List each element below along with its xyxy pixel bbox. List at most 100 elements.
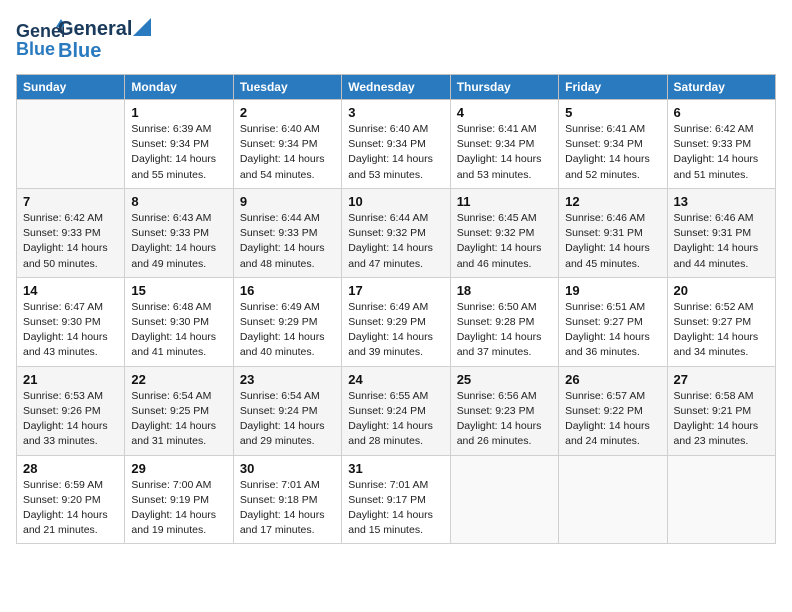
calendar-cell: 1 Sunrise: 6:39 AM Sunset: 9:34 PM Dayli… (125, 100, 233, 189)
sunrise-text: Sunrise: 6:44 AM (348, 212, 428, 224)
daylight-text: Daylight: 14 hours and 28 minutes. (348, 420, 433, 447)
day-info: Sunrise: 6:59 AM Sunset: 9:20 PM Dayligh… (23, 478, 118, 539)
day-number: 3 (348, 105, 443, 120)
sunset-text: Sunset: 9:18 PM (240, 494, 318, 506)
svg-text:Blue: Blue (16, 39, 55, 59)
day-info: Sunrise: 6:42 AM Sunset: 9:33 PM Dayligh… (23, 211, 118, 272)
day-info: Sunrise: 6:50 AM Sunset: 9:28 PM Dayligh… (457, 300, 552, 361)
sunrise-text: Sunrise: 6:53 AM (23, 390, 103, 402)
daylight-text: Daylight: 14 hours and 40 minutes. (240, 331, 325, 358)
day-number: 28 (23, 461, 118, 476)
sunrise-text: Sunrise: 6:40 AM (240, 123, 320, 135)
sunset-text: Sunset: 9:29 PM (240, 316, 318, 328)
calendar-cell: 3 Sunrise: 6:40 AM Sunset: 9:34 PM Dayli… (342, 100, 450, 189)
daylight-text: Daylight: 14 hours and 37 minutes. (457, 331, 542, 358)
weekday-header-tuesday: Tuesday (233, 75, 341, 100)
day-info: Sunrise: 6:54 AM Sunset: 9:24 PM Dayligh… (240, 389, 335, 450)
sunrise-text: Sunrise: 6:49 AM (240, 301, 320, 313)
sunrise-text: Sunrise: 6:55 AM (348, 390, 428, 402)
calendar-cell: 27 Sunrise: 6:58 AM Sunset: 9:21 PM Dayl… (667, 366, 775, 455)
logo-general: General (58, 18, 132, 40)
sunset-text: Sunset: 9:34 PM (131, 138, 209, 150)
daylight-text: Daylight: 14 hours and 36 minutes. (565, 331, 650, 358)
calendar-cell: 28 Sunrise: 6:59 AM Sunset: 9:20 PM Dayl… (17, 455, 125, 544)
day-info: Sunrise: 6:39 AM Sunset: 9:34 PM Dayligh… (131, 122, 226, 183)
daylight-text: Daylight: 14 hours and 49 minutes. (131, 242, 216, 269)
daylight-text: Daylight: 14 hours and 55 minutes. (131, 153, 216, 180)
sunset-text: Sunset: 9:22 PM (565, 405, 643, 417)
weekday-header-thursday: Thursday (450, 75, 558, 100)
day-number: 30 (240, 461, 335, 476)
day-info: Sunrise: 6:46 AM Sunset: 9:31 PM Dayligh… (565, 211, 660, 272)
calendar-cell: 21 Sunrise: 6:53 AM Sunset: 9:26 PM Dayl… (17, 366, 125, 455)
calendar-cell: 9 Sunrise: 6:44 AM Sunset: 9:33 PM Dayli… (233, 188, 341, 277)
day-info: Sunrise: 6:49 AM Sunset: 9:29 PM Dayligh… (348, 300, 443, 361)
calendar-cell: 12 Sunrise: 6:46 AM Sunset: 9:31 PM Dayl… (559, 188, 667, 277)
sunset-text: Sunset: 9:17 PM (348, 494, 426, 506)
daylight-text: Daylight: 14 hours and 43 minutes. (23, 331, 108, 358)
day-info: Sunrise: 6:46 AM Sunset: 9:31 PM Dayligh… (674, 211, 769, 272)
daylight-text: Daylight: 14 hours and 17 minutes. (240, 509, 325, 536)
calendar-cell (667, 455, 775, 544)
daylight-text: Daylight: 14 hours and 51 minutes. (674, 153, 759, 180)
calendar-cell: 24 Sunrise: 6:55 AM Sunset: 9:24 PM Dayl… (342, 366, 450, 455)
daylight-text: Daylight: 14 hours and 53 minutes. (457, 153, 542, 180)
calendar-cell: 7 Sunrise: 6:42 AM Sunset: 9:33 PM Dayli… (17, 188, 125, 277)
page-header: General Blue General Blue (16, 16, 776, 62)
sunset-text: Sunset: 9:29 PM (348, 316, 426, 328)
sunrise-text: Sunrise: 6:57 AM (565, 390, 645, 402)
sunrise-text: Sunrise: 6:48 AM (131, 301, 211, 313)
day-info: Sunrise: 6:40 AM Sunset: 9:34 PM Dayligh… (240, 122, 335, 183)
day-info: Sunrise: 6:45 AM Sunset: 9:32 PM Dayligh… (457, 211, 552, 272)
sunrise-text: Sunrise: 6:59 AM (23, 479, 103, 491)
sunset-text: Sunset: 9:23 PM (457, 405, 535, 417)
day-number: 6 (674, 105, 769, 120)
sunset-text: Sunset: 9:33 PM (131, 227, 209, 239)
weekday-header-friday: Friday (559, 75, 667, 100)
day-info: Sunrise: 6:52 AM Sunset: 9:27 PM Dayligh… (674, 300, 769, 361)
calendar-cell: 23 Sunrise: 6:54 AM Sunset: 9:24 PM Dayl… (233, 366, 341, 455)
daylight-text: Daylight: 14 hours and 33 minutes. (23, 420, 108, 447)
sunset-text: Sunset: 9:24 PM (348, 405, 426, 417)
day-number: 27 (674, 372, 769, 387)
daylight-text: Daylight: 14 hours and 41 minutes. (131, 331, 216, 358)
sunrise-text: Sunrise: 6:47 AM (23, 301, 103, 313)
day-info: Sunrise: 6:43 AM Sunset: 9:33 PM Dayligh… (131, 211, 226, 272)
sunset-text: Sunset: 9:25 PM (131, 405, 209, 417)
calendar-cell: 5 Sunrise: 6:41 AM Sunset: 9:34 PM Dayli… (559, 100, 667, 189)
sunrise-text: Sunrise: 6:56 AM (457, 390, 537, 402)
calendar-cell: 22 Sunrise: 6:54 AM Sunset: 9:25 PM Dayl… (125, 366, 233, 455)
calendar-cell: 31 Sunrise: 7:01 AM Sunset: 9:17 PM Dayl… (342, 455, 450, 544)
calendar-cell: 10 Sunrise: 6:44 AM Sunset: 9:32 PM Dayl… (342, 188, 450, 277)
weekday-header-sunday: Sunday (17, 75, 125, 100)
calendar-cell: 29 Sunrise: 7:00 AM Sunset: 9:19 PM Dayl… (125, 455, 233, 544)
daylight-text: Daylight: 14 hours and 39 minutes. (348, 331, 433, 358)
sunrise-text: Sunrise: 7:01 AM (348, 479, 428, 491)
sunset-text: Sunset: 9:27 PM (674, 316, 752, 328)
daylight-text: Daylight: 14 hours and 45 minutes. (565, 242, 650, 269)
day-number: 18 (457, 283, 552, 298)
sunrise-text: Sunrise: 6:50 AM (457, 301, 537, 313)
day-number: 9 (240, 194, 335, 209)
sunset-text: Sunset: 9:21 PM (674, 405, 752, 417)
sunset-text: Sunset: 9:28 PM (457, 316, 535, 328)
day-info: Sunrise: 6:48 AM Sunset: 9:30 PM Dayligh… (131, 300, 226, 361)
logo-triangle-icon (133, 18, 151, 36)
day-number: 26 (565, 372, 660, 387)
sunrise-text: Sunrise: 6:42 AM (23, 212, 103, 224)
sunrise-text: Sunrise: 6:45 AM (457, 212, 537, 224)
sunset-text: Sunset: 9:34 PM (457, 138, 535, 150)
day-number: 13 (674, 194, 769, 209)
sunset-text: Sunset: 9:31 PM (674, 227, 752, 239)
daylight-text: Daylight: 14 hours and 34 minutes. (674, 331, 759, 358)
calendar-cell: 16 Sunrise: 6:49 AM Sunset: 9:29 PM Dayl… (233, 277, 341, 366)
daylight-text: Daylight: 14 hours and 48 minutes. (240, 242, 325, 269)
calendar-cell: 17 Sunrise: 6:49 AM Sunset: 9:29 PM Dayl… (342, 277, 450, 366)
daylight-text: Daylight: 14 hours and 23 minutes. (674, 420, 759, 447)
sunrise-text: Sunrise: 6:46 AM (565, 212, 645, 224)
day-info: Sunrise: 7:01 AM Sunset: 9:17 PM Dayligh… (348, 478, 443, 539)
calendar-cell (450, 455, 558, 544)
day-info: Sunrise: 6:42 AM Sunset: 9:33 PM Dayligh… (674, 122, 769, 183)
sunrise-text: Sunrise: 6:51 AM (565, 301, 645, 313)
sunrise-text: Sunrise: 7:00 AM (131, 479, 211, 491)
